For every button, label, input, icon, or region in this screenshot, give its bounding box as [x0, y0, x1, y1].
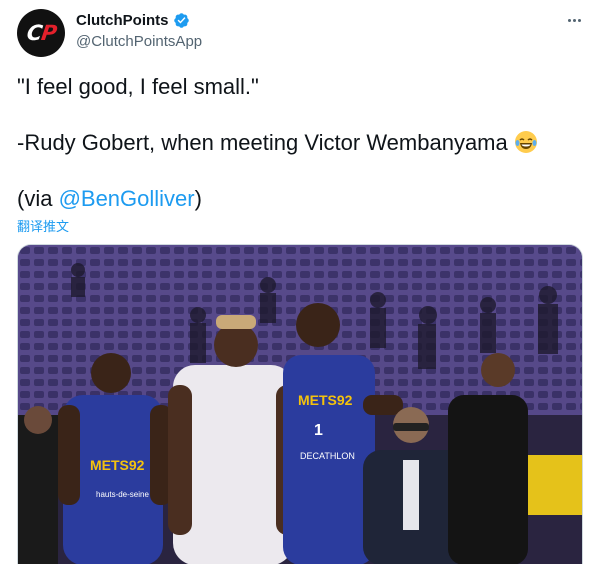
tweet-text-quote: "I feel good, I feel small.": [17, 74, 259, 99]
tweet-text-attribution: -Rudy Gobert, when meeting Victor Wemban…: [17, 129, 538, 157]
translate-tweet-link[interactable]: 翻译推文: [17, 216, 69, 235]
tweet-text-source: (via @BenGolliver): [17, 185, 202, 213]
dot-icon: [572, 18, 576, 22]
author-handle[interactable]: @ClutchPointsApp: [76, 33, 202, 50]
source-suffix: ): [194, 186, 202, 211]
source-prefix: (via: [17, 186, 59, 211]
attribution-text: -Rudy Gobert, when meeting Victor Wemban…: [17, 130, 508, 155]
jersey-text-left: METS92: [90, 457, 145, 473]
dot-icon: [567, 18, 571, 22]
laughing-tears-emoji-icon: [514, 131, 537, 153]
jersey-text-center: METS92: [298, 392, 353, 408]
jersey-number: 1: [314, 422, 323, 439]
mention-link[interactable]: @BenGolliver: [59, 186, 195, 211]
author-display-name[interactable]: ClutchPoints: [76, 12, 169, 29]
jersey-sponsor-right: DECATHLON: [300, 451, 355, 461]
more-options-button[interactable]: [562, 10, 586, 30]
jersey-sponsor-left: hauts-de-seine: [96, 490, 149, 499]
tweet-photo[interactable]: METS92 hauts-de-seine METS92 1 DECATHLON: [17, 244, 583, 564]
dot-icon: [577, 18, 581, 22]
photo-illustration: METS92 hauts-de-seine METS92 1 DECATHLON: [18, 245, 582, 564]
author-name-row[interactable]: ClutchPoints: [76, 12, 190, 29]
verified-badge-icon: [173, 13, 189, 28]
avatar[interactable]: CP: [17, 9, 65, 57]
clutchpoints-logo: CP: [24, 21, 58, 45]
